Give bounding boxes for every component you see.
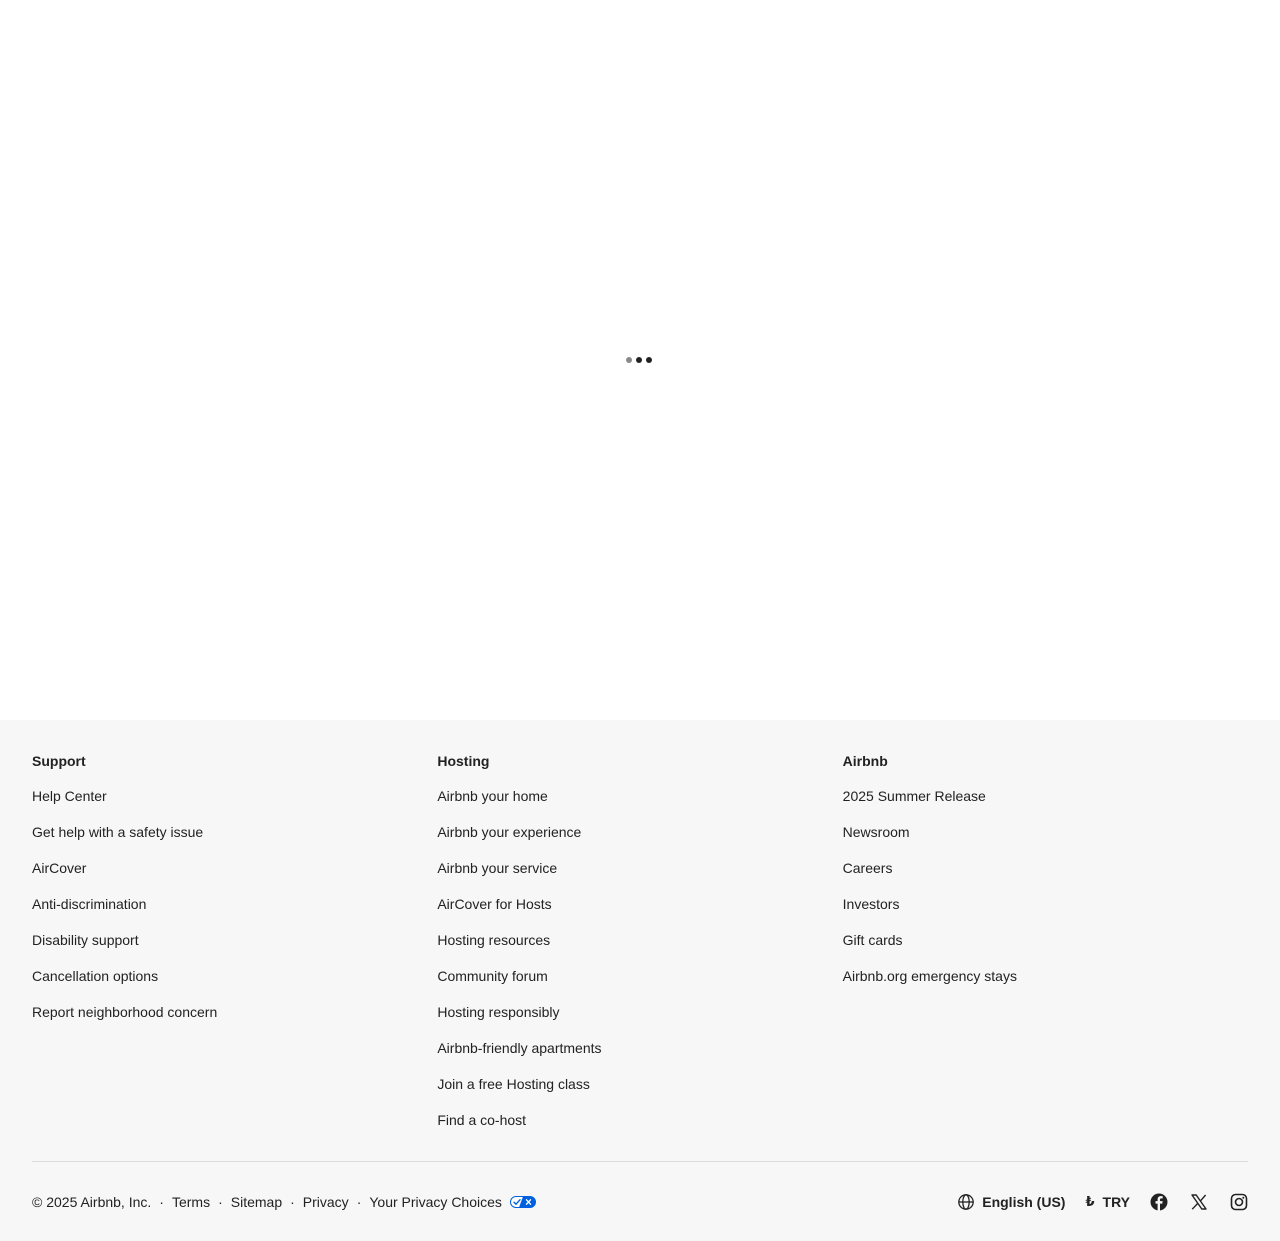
terms-link[interactable]: Terms [172, 1194, 210, 1210]
footer-tools: English (US) ₺ TRY [958, 1193, 1248, 1211]
social-links [1150, 1193, 1248, 1211]
footer-link[interactable]: Newsroom [843, 823, 1248, 859]
footer-link-list: Airbnb your home Airbnb your experience … [437, 787, 842, 1147]
separator-dot: · [290, 1194, 295, 1210]
footer-link[interactable]: AirCover [32, 859, 437, 895]
legal-links: © 2025 Airbnb, Inc. · Terms · Sitemap · … [32, 1194, 536, 1210]
footer-link[interactable]: Investors [843, 895, 1248, 931]
separator-dot: · [356, 1194, 362, 1210]
footer-link[interactable]: 2025 Summer Release [843, 787, 1248, 823]
language-label: English (US) [982, 1194, 1066, 1210]
currency-label: TRY [1102, 1194, 1130, 1210]
separator-dot: · [159, 1194, 164, 1210]
separator-dot: · [218, 1194, 223, 1210]
currency-selector[interactable]: ₺ TRY [1085, 1194, 1130, 1210]
x-icon[interactable] [1190, 1193, 1208, 1211]
footer-link[interactable]: Airbnb your service [437, 859, 842, 895]
instagram-icon[interactable] [1230, 1193, 1248, 1211]
copyright-text: © 2025 Airbnb, Inc. [32, 1194, 152, 1210]
footer-link[interactable]: Airbnb-friendly apartments [437, 1039, 842, 1075]
footer-column-title: Support [32, 753, 86, 769]
language-selector[interactable]: English (US) [958, 1194, 1065, 1210]
footer-link[interactable]: Airbnb your experience [437, 823, 842, 859]
loading-dot [636, 357, 642, 363]
footer-link[interactable]: Cancellation options [32, 967, 437, 1003]
footer-link[interactable]: Disability support [32, 931, 437, 967]
footer-link-list: Help Center Get help with a safety issue… [32, 787, 437, 1039]
privacy-link[interactable]: Privacy [303, 1194, 349, 1210]
footer-link[interactable]: Hosting resources [437, 931, 842, 967]
globe-icon [958, 1194, 975, 1210]
footer-link[interactable]: Anti-discrimination [32, 895, 437, 931]
site-footer: Support Help Center Get help with a safe… [0, 720, 1280, 1241]
loading-dot [646, 357, 652, 363]
footer-bottom-bar: © 2025 Airbnb, Inc. · Terms · Sitemap · … [32, 1190, 1248, 1214]
sitemap-link[interactable]: Sitemap [231, 1194, 282, 1210]
footer-link[interactable]: Hosting responsibly [437, 1003, 842, 1039]
privacy-choices-link[interactable]: Your Privacy Choices [369, 1194, 536, 1210]
footer-link[interactable]: Careers [843, 859, 1248, 895]
footer-link[interactable]: Get help with a safety issue [32, 823, 437, 859]
privacy-choices-label: Your Privacy Choices [369, 1194, 502, 1210]
footer-column-hosting: Hosting Airbnb your home Airbnb your exp… [437, 752, 842, 1147]
footer-link[interactable]: AirCover for Hosts [437, 895, 842, 931]
currency-symbol: ₺ [1085, 1194, 1095, 1209]
footer-link[interactable]: Join a free Hosting class [437, 1075, 842, 1111]
footer-column-airbnb: Airbnb 2025 Summer Release Newsroom Care… [843, 752, 1248, 1147]
facebook-icon[interactable] [1150, 1193, 1168, 1211]
footer-link[interactable]: Community forum [437, 967, 842, 1003]
footer-columns: Support Help Center Get help with a safe… [32, 752, 1248, 1147]
footer-column-title: Airbnb [842, 753, 888, 769]
main-content [0, 0, 1280, 720]
footer-divider [32, 1161, 1248, 1162]
footer-link[interactable]: Find a co-host [437, 1111, 842, 1147]
footer-link[interactable]: Airbnb.org emergency stays [843, 967, 1248, 1003]
footer-link[interactable]: Airbnb your home [437, 787, 842, 823]
privacy-choices-toggle-icon [509, 1196, 536, 1208]
loading-indicator [626, 357, 652, 363]
footer-link-list: 2025 Summer Release Newsroom Careers Inv… [843, 787, 1248, 1003]
footer-link[interactable]: Help Center [32, 787, 437, 823]
footer-column-support: Support Help Center Get help with a safe… [32, 752, 437, 1147]
loading-dot [626, 357, 632, 363]
footer-column-title: Hosting [437, 753, 490, 769]
footer-link[interactable]: Gift cards [843, 931, 1248, 967]
footer-link[interactable]: Report neighborhood concern [32, 1003, 437, 1039]
